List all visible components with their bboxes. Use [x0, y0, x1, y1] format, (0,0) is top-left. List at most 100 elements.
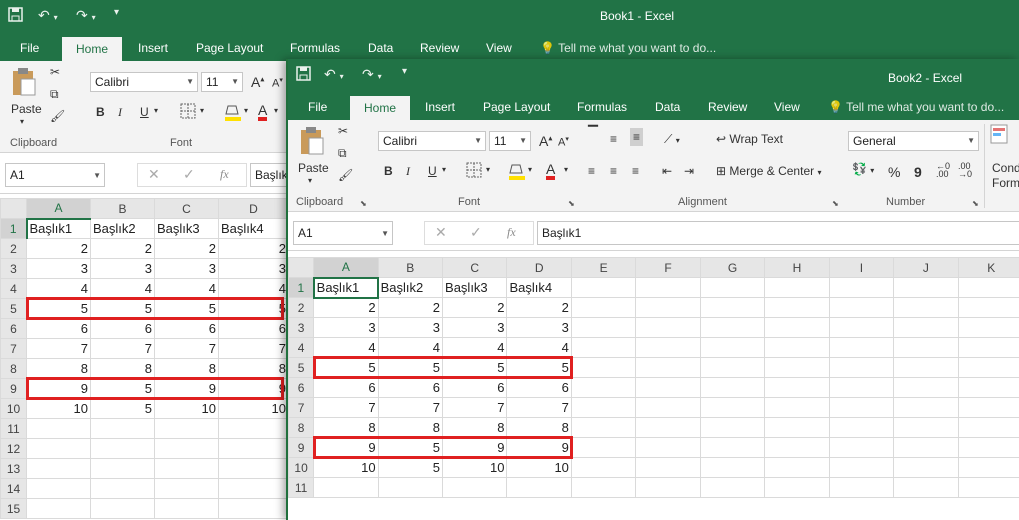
- dialog-launcher-icon[interactable]: ⬊: [360, 199, 367, 208]
- cell[interactable]: Başlık3: [154, 218, 219, 239]
- paste-dropdown-icon[interactable]: ▾: [308, 176, 312, 185]
- cell[interactable]: [828, 337, 895, 358]
- cell[interactable]: [957, 397, 1019, 418]
- cell[interactable]: [893, 277, 959, 298]
- align-center-icon[interactable]: ≡: [610, 164, 617, 178]
- cell[interactable]: [635, 457, 701, 478]
- cell[interactable]: [26, 478, 91, 499]
- cell[interactable]: [154, 438, 219, 459]
- font-color-dropdown-icon[interactable]: ▾: [564, 165, 568, 174]
- cell[interactable]: 7: [218, 338, 289, 359]
- customize-qat-icon[interactable]: ▾: [114, 7, 119, 18]
- cell[interactable]: 10: [26, 398, 91, 419]
- cell[interactable]: [90, 458, 155, 479]
- cell[interactable]: 10: [442, 457, 508, 478]
- paste-dropdown-icon[interactable]: ▾: [20, 117, 24, 126]
- italic-icon[interactable]: I: [118, 105, 122, 120]
- cell[interactable]: [218, 418, 289, 439]
- row-header[interactable]: 9: [288, 437, 315, 458]
- cell[interactable]: 2: [90, 238, 155, 259]
- tab-page-layout[interactable]: Page Layout: [196, 41, 263, 55]
- cell[interactable]: 3: [377, 317, 444, 338]
- row-header[interactable]: 13: [0, 458, 27, 479]
- cell[interactable]: [893, 417, 959, 438]
- cell[interactable]: [699, 337, 766, 358]
- increase-decimal-icon[interactable]: ←0.00: [936, 162, 950, 179]
- column-header-h[interactable]: H: [764, 257, 830, 278]
- paste-icon[interactable]: [298, 126, 326, 159]
- enter-icon[interactable]: ✓: [470, 224, 482, 241]
- underline-icon[interactable]: U: [140, 105, 149, 119]
- tab-file[interactable]: File: [308, 100, 327, 114]
- cell[interactable]: [377, 477, 444, 498]
- cell[interactable]: 2: [313, 297, 379, 318]
- cell[interactable]: [570, 357, 637, 378]
- cell[interactable]: [764, 337, 830, 358]
- cell[interactable]: 8: [506, 417, 572, 438]
- borders-icon[interactable]: [180, 103, 196, 122]
- select-all-corner[interactable]: [0, 198, 27, 219]
- row-header[interactable]: 3: [0, 258, 27, 279]
- copy-icon[interactable]: ⧉: [50, 87, 59, 102]
- cell[interactable]: [218, 498, 289, 519]
- cell[interactable]: 8: [442, 417, 508, 438]
- cell[interactable]: 2: [218, 238, 289, 259]
- tab-data[interactable]: Data: [368, 41, 393, 55]
- underline-icon[interactable]: U: [428, 164, 437, 178]
- cell[interactable]: 10: [154, 398, 219, 419]
- cell[interactable]: [699, 357, 766, 378]
- cell[interactable]: Başlık2: [90, 218, 155, 239]
- cell[interactable]: [26, 438, 91, 459]
- cell[interactable]: 2: [377, 297, 444, 318]
- align-bottom-icon[interactable]: ≡: [630, 128, 644, 146]
- cell[interactable]: 8: [313, 417, 379, 438]
- row-header[interactable]: 3: [288, 317, 315, 338]
- cell[interactable]: [828, 457, 895, 478]
- cell[interactable]: [699, 397, 766, 418]
- paste-icon[interactable]: [10, 67, 38, 100]
- merge-center-button[interactable]: ⊞ Merge & Center ▾: [716, 164, 821, 178]
- worksheet-grid[interactable]: ABCD 1 Başlık1 Başlık2 Başlık3 Başlık4 2 2 2 2 2 3…: [0, 198, 289, 519]
- cell[interactable]: [90, 418, 155, 439]
- select-all-corner[interactable]: [288, 257, 315, 278]
- cell[interactable]: [957, 417, 1019, 438]
- cell[interactable]: [26, 458, 91, 479]
- cell[interactable]: [764, 377, 830, 398]
- cell[interactable]: [570, 477, 637, 498]
- cell[interactable]: 3: [442, 317, 508, 338]
- cell[interactable]: 5: [90, 398, 155, 419]
- row-header[interactable]: 1: [0, 218, 28, 239]
- cell[interactable]: [893, 337, 959, 358]
- tab-home[interactable]: Home: [350, 96, 411, 120]
- column-header-c[interactable]: C: [154, 198, 219, 219]
- align-left-icon[interactable]: ≡: [588, 164, 595, 178]
- fill-color-icon[interactable]: [224, 103, 242, 126]
- copy-icon[interactable]: ⧉: [338, 146, 347, 161]
- cell[interactable]: [764, 477, 830, 498]
- comma-style-icon[interactable]: 9: [914, 164, 922, 180]
- row-header[interactable]: 5: [288, 357, 315, 378]
- cell[interactable]: [828, 477, 895, 498]
- cell[interactable]: [90, 438, 155, 459]
- font-name-box[interactable]: Calibri ▼: [378, 131, 486, 151]
- wrap-text-button[interactable]: ↩ Wrap Text: [716, 132, 783, 146]
- row-header[interactable]: 14: [0, 478, 27, 499]
- row-header[interactable]: 12: [0, 438, 27, 459]
- cell[interactable]: [893, 457, 959, 478]
- cell[interactable]: [957, 357, 1019, 378]
- cell[interactable]: [764, 317, 830, 338]
- tab-file[interactable]: File: [20, 41, 39, 55]
- cell[interactable]: Başlık4: [506, 277, 572, 298]
- function-icon[interactable]: fx: [507, 225, 516, 240]
- cell[interactable]: 7: [506, 397, 572, 418]
- format-painter-icon[interactable]: 🖌: [338, 168, 353, 182]
- column-header-i[interactable]: I: [828, 257, 895, 278]
- cell[interactable]: [893, 437, 959, 458]
- cell[interactable]: [635, 477, 701, 498]
- increase-indent-icon[interactable]: ⇥: [684, 164, 694, 178]
- cell[interactable]: [764, 397, 830, 418]
- cell[interactable]: 8: [26, 358, 91, 379]
- cell[interactable]: 2: [154, 238, 219, 259]
- cell[interactable]: [313, 477, 379, 498]
- row-header[interactable]: 9: [0, 378, 27, 399]
